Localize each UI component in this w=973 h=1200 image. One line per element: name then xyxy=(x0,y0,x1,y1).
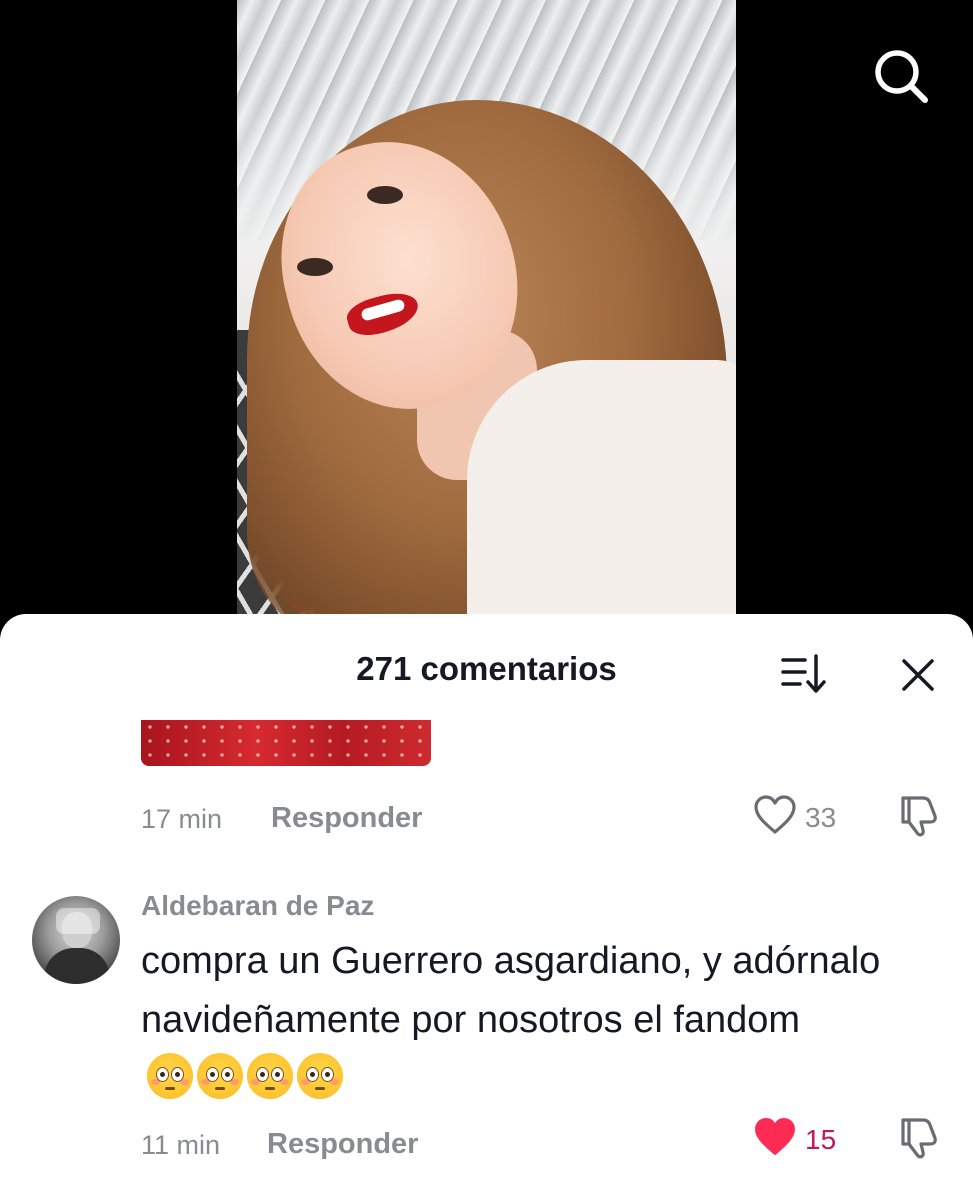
like-button[interactable] xyxy=(753,1116,797,1163)
heart-filled-icon xyxy=(755,1118,795,1155)
avatar[interactable] xyxy=(32,896,120,984)
sort-icon xyxy=(781,654,826,693)
video-person-eye xyxy=(367,186,403,204)
video-person-shirt xyxy=(467,360,736,640)
dislike-button[interactable] xyxy=(897,792,941,843)
search-button[interactable] xyxy=(870,46,932,108)
comment-username[interactable]: Aldebaran de Paz xyxy=(141,890,374,922)
thumbs-down-icon xyxy=(901,796,937,837)
avatar-face-shield xyxy=(56,908,100,934)
flushed-face-emoji xyxy=(147,1053,193,1099)
flushed-face-emoji xyxy=(297,1053,343,1099)
close-button[interactable] xyxy=(897,654,939,696)
like-button[interactable] xyxy=(753,794,797,841)
flushed-face-emoji xyxy=(197,1053,243,1099)
video-frame[interactable] xyxy=(237,0,736,640)
search-icon xyxy=(875,50,928,103)
comment-time: 11 min xyxy=(141,1130,221,1160)
like-count: 33 xyxy=(805,802,837,833)
sticker-pattern xyxy=(141,720,431,766)
comment-sticker-image[interactable] xyxy=(141,720,431,766)
reply-button[interactable]: Responder xyxy=(271,802,422,835)
comment-meta-row: 11 min Responder 15 xyxy=(141,1118,941,1166)
thumbs-down-icon xyxy=(901,1118,937,1159)
sort-button[interactable] xyxy=(780,652,828,696)
comment-body: compra un Guerrero asgardiano, y adórnal… xyxy=(141,940,881,1041)
like-count: 15 xyxy=(805,1124,837,1155)
comments-header: 271 comentarios xyxy=(0,614,973,724)
dislike-button[interactable] xyxy=(897,1114,941,1165)
comment-time: 17 min xyxy=(141,804,223,834)
flushed-face-emoji xyxy=(247,1053,293,1099)
avatar-figure-body xyxy=(44,948,110,984)
heart-outline-icon xyxy=(754,795,796,834)
video-person-eye xyxy=(297,258,333,276)
video-player[interactable] xyxy=(0,0,973,640)
comment-text: compra un Guerrero asgardiano, y adórnal… xyxy=(141,932,931,1109)
comment-meta-row: 17 min Responder 33 xyxy=(141,795,941,840)
emoji-group xyxy=(147,1053,343,1099)
close-icon xyxy=(902,659,934,691)
comments-sheet: 271 comentarios 17 min Responder 33 Alde… xyxy=(0,614,973,1200)
reply-button[interactable]: Responder xyxy=(267,1128,418,1161)
